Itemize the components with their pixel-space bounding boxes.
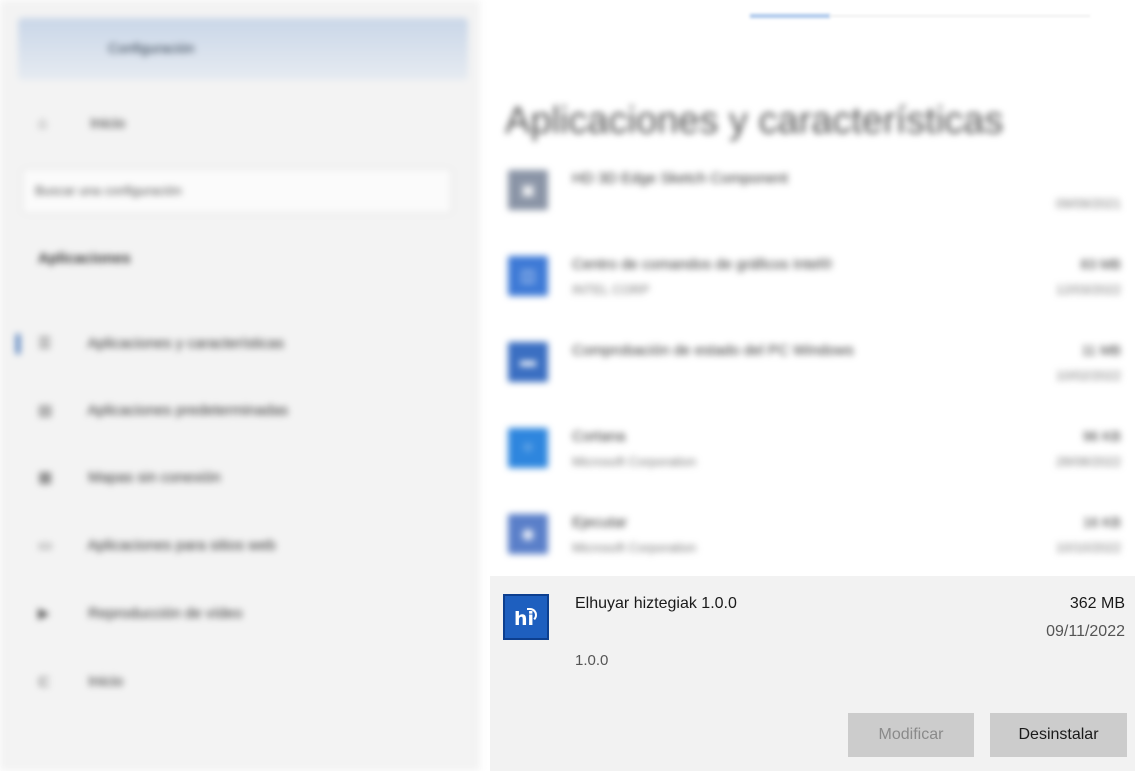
app-size: 16 KB xyxy=(1082,514,1121,530)
app-size: 11 MB xyxy=(1081,342,1121,358)
window-title: Configuración xyxy=(108,40,195,56)
selected-app-version: 1.0.0 xyxy=(575,652,609,669)
video-playback-icon: ▶ xyxy=(38,605,50,622)
sidebar-item-label: Aplicaciones predeterminadas xyxy=(87,402,289,419)
app-list: ▣ HD 3D Edge Sketch Component 09/09/2021… xyxy=(490,150,1135,580)
header-divider xyxy=(830,15,1090,17)
sidebar-item-apps-features[interactable]: ☰ Aplicaciones y características xyxy=(15,334,285,354)
sidebar-item-label: Reproducción de vídeo xyxy=(88,605,243,622)
sidebar-item-label: Aplicaciones para sitios web xyxy=(87,537,276,554)
app-publisher: Microsoft Corporation xyxy=(572,454,697,469)
page-title: Aplicaciones y características xyxy=(505,100,1004,142)
app-date: 10/10/2022 xyxy=(1055,540,1121,555)
app-date: 28/08/2022 xyxy=(1055,454,1121,469)
app-name: HD 3D Edge Sketch Component xyxy=(572,170,788,187)
app-icon: ◉ xyxy=(508,514,548,554)
selected-app-date: 09/11/2022 xyxy=(1046,623,1125,640)
header-accent xyxy=(750,14,830,18)
app-publisher: INTEL CORP xyxy=(572,282,650,297)
selected-app-size: 362 MB xyxy=(1069,595,1125,612)
websites-apps-icon: ▭ xyxy=(38,537,53,554)
sidebar-item-label: Mapas sin conexión xyxy=(88,469,221,486)
app-date: 12/03/2022 xyxy=(1055,282,1121,297)
app-size: 83 MB xyxy=(1080,256,1121,272)
window-titlebar: Configuración xyxy=(18,18,468,80)
app-icon: ▣ xyxy=(508,170,548,210)
app-list-item[interactable]: ◫ Centro de comandos de gráficos Intel® … xyxy=(490,236,1135,322)
sidebar-item-label: Aplicaciones y características xyxy=(87,335,285,352)
app-icon: ▬ xyxy=(508,342,548,382)
sidebar-item-websites-apps[interactable]: ▭ Aplicaciones para sitios web xyxy=(38,536,276,554)
sidebar-item-offline-maps[interactable]: ▦ Mapas sin conexión xyxy=(38,468,221,486)
app-icon: ○ xyxy=(508,428,548,468)
sidebar-item-label: Inicio xyxy=(88,673,124,690)
selected-app-name: Elhuyar hiztegiak 1.0.0 xyxy=(575,595,737,612)
search-placeholder: Buscar una configuración xyxy=(35,183,182,198)
settings-search-input[interactable]: Buscar una configuración xyxy=(22,168,452,214)
app-name: Ejecutar xyxy=(572,514,628,531)
app-name: Cortana xyxy=(572,428,626,445)
elhuyar-app-icon: hi xyxy=(503,594,549,640)
sidebar-home-label: Inicio xyxy=(90,115,126,132)
apps-list-icon: ☰ xyxy=(38,335,52,352)
app-list-item[interactable]: ○ Cortana Microsoft Corporation 96 KB 28… xyxy=(490,408,1135,494)
uninstall-button[interactable]: Desinstalar xyxy=(990,713,1127,757)
default-apps-icon: ▤ xyxy=(38,402,53,419)
offline-maps-icon: ▦ xyxy=(38,469,53,486)
sidebar-item-video-playback[interactable]: ▶ Reproducción de vídeo xyxy=(38,604,242,622)
app-name: Centro de comandos de gráficos Intel® xyxy=(572,256,833,273)
settings-sidebar: Configuración ⌂ Inicio Buscar una config… xyxy=(0,0,480,771)
app-icon: ◫ xyxy=(508,256,548,296)
home-icon: ⌂ xyxy=(38,115,48,132)
app-date: 10/02/2022 xyxy=(1055,368,1121,383)
sidebar-item-default-apps[interactable]: ▤ Aplicaciones predeterminadas xyxy=(38,401,288,419)
selected-app-card[interactable]: hi Elhuyar hiztegiak 1.0.0 362 MB 09/11/… xyxy=(490,576,1135,771)
app-list-item[interactable]: ◉ Ejecutar Microsoft Corporation 16 KB 1… xyxy=(490,494,1135,580)
app-size: 96 KB xyxy=(1082,428,1121,444)
startup-icon: ⊏ xyxy=(38,673,51,690)
app-name: Comprobación de estado del PC Windows xyxy=(572,342,854,359)
sidebar-home[interactable]: ⌂ Inicio xyxy=(38,115,125,132)
sidebar-item-startup[interactable]: ⊏ Inicio xyxy=(38,672,123,690)
app-icon-arc xyxy=(527,608,537,622)
app-date: 09/09/2021 xyxy=(1055,196,1121,211)
sidebar-section-title: Aplicaciones xyxy=(38,250,131,267)
app-list-item[interactable]: ▣ HD 3D Edge Sketch Component 09/09/2021 xyxy=(490,150,1135,236)
modify-button[interactable]: Modificar xyxy=(848,713,974,757)
app-publisher: Microsoft Corporation xyxy=(572,540,697,555)
app-list-item[interactable]: ▬ Comprobación de estado del PC Windows … xyxy=(490,322,1135,408)
